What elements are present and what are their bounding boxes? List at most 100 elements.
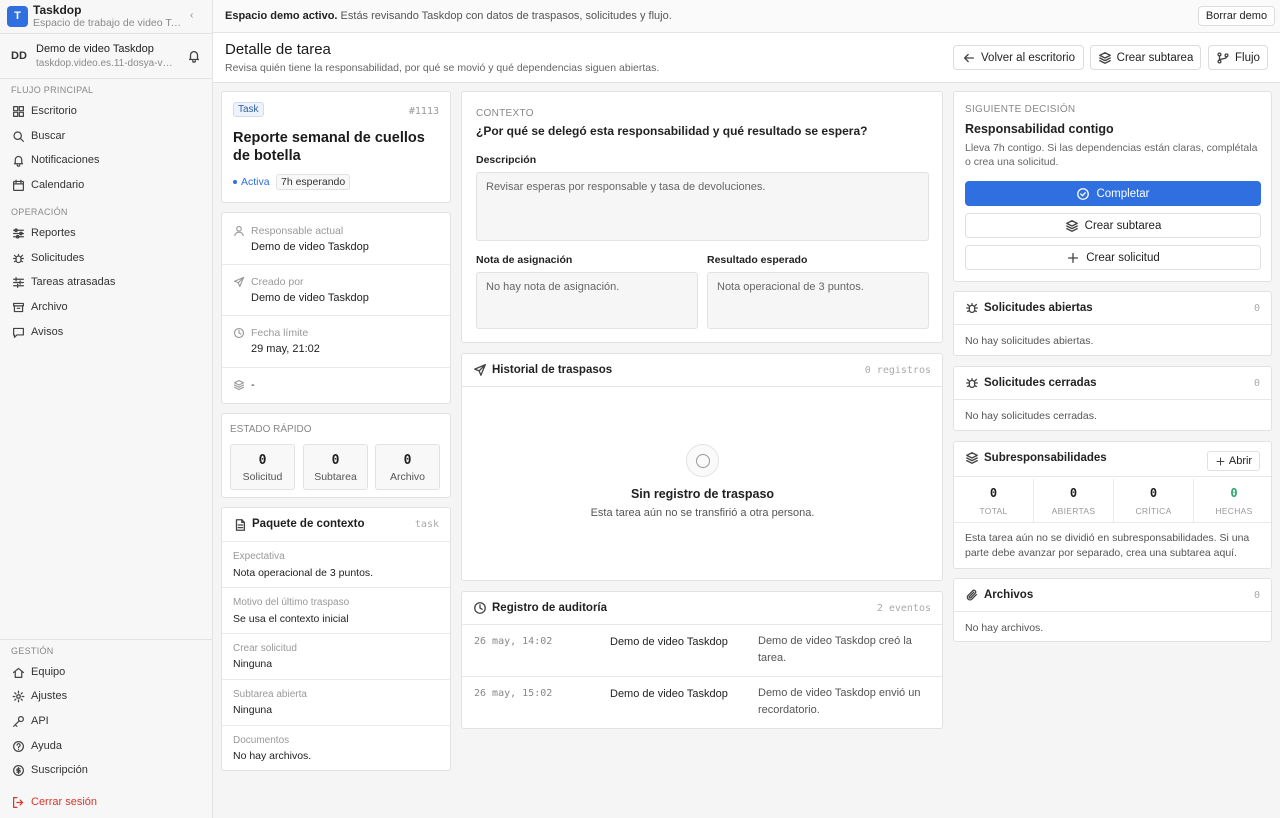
subresp-stat-critical: 0 CRÍTICA — [1114, 479, 1194, 522]
sidebar-item-ajustes[interactable]: Ajustes — [0, 684, 212, 708]
files-card: Archivos 0 No hay archivos. — [953, 578, 1272, 642]
sidebar-item-notificaciones[interactable]: Notificaciones — [0, 148, 212, 172]
sidebar-item-label: API — [31, 715, 49, 727]
sidebar-item-label: Reportes — [31, 227, 76, 239]
assignment-note-label: Nota de asignación — [476, 254, 573, 266]
search-icon — [12, 130, 25, 143]
arrow-left-icon — [962, 51, 976, 65]
page-header: Detalle de tarea Revisa quién tiene la r… — [213, 33, 1280, 83]
complete-button[interactable]: Completar — [965, 181, 1261, 206]
audit-event: Demo de video Taskdop creó la tarea. — [758, 635, 912, 664]
back-to-dashboard-button[interactable]: Volver al escritorio — [953, 45, 1084, 70]
task-meta-card: Responsable actual Demo de video Taskdop… — [221, 212, 451, 404]
nav-section-mgmt: GESTIÓN — [11, 646, 54, 656]
sidebar-item-escritorio[interactable]: Escritorio — [0, 99, 212, 123]
calendar-icon — [12, 179, 25, 192]
audit-time: 26 may, 14:02 — [474, 636, 553, 647]
complete-label: Completar — [1096, 187, 1150, 200]
package-row-value: Ninguna — [233, 704, 273, 716]
closed-requests-empty: No hay solicitudes cerradas. — [965, 410, 1097, 422]
stat-label: TOTAL — [979, 506, 1008, 516]
layers-icon — [233, 379, 245, 391]
open-requests-empty: No hay solicitudes abiertas. — [965, 335, 1094, 347]
context-card: CONTEXTO ¿Por qué se delegó esta respons… — [461, 91, 943, 343]
status-dot-icon — [233, 180, 237, 184]
subresponsibilities-card: Subresponsabilidades Abrir 0 TOTAL 0 ABI… — [953, 441, 1272, 569]
package-row-label: Documentos — [233, 735, 290, 746]
stat-label: Subtarea — [314, 471, 357, 483]
sidebar-item-tareas-atrasadas[interactable]: Tareas atrasadas — [0, 270, 212, 294]
audit-actor: Demo de video Taskdop — [610, 688, 728, 700]
status-badge: Activa — [233, 176, 270, 188]
package-row-label: Expectativa — [233, 551, 285, 562]
quick-status-title: ESTADO RÁPIDO — [230, 424, 312, 435]
user-name: Demo de video Taskdop — [36, 43, 154, 55]
back-label: Volver al escritorio — [981, 51, 1075, 64]
quick-stat-files: 0 Archivo — [375, 444, 440, 490]
stat-number: 0 — [989, 486, 998, 500]
sliders-icon — [12, 227, 25, 240]
stat-label: HECHAS — [1215, 506, 1253, 516]
layers-icon — [1098, 51, 1112, 65]
bell-icon[interactable] — [187, 49, 201, 63]
stat-number: 0 — [258, 453, 267, 468]
stat-label: ABIERTAS — [1051, 506, 1096, 516]
sidebar-item-ayuda[interactable]: Ayuda — [0, 734, 212, 758]
package-row-value: Nota operacional de 3 puntos. — [233, 567, 374, 579]
handoff-history-card: Historial de traspasos 0 registros Sin r… — [461, 353, 943, 581]
sidebar-item-label: Notificaciones — [31, 154, 100, 166]
sidebar-item-equipo[interactable]: Equipo — [0, 660, 212, 684]
files-count: 0 — [1253, 590, 1260, 601]
workspace-switcher[interactable]: T Taskdop Espacio de trabajo de video Ta… — [0, 0, 212, 34]
sidebar-item-calendario[interactable]: Calendario — [0, 173, 212, 197]
bug-icon — [965, 301, 979, 315]
quick-stat-subtasks: 0 Subtarea — [303, 444, 368, 490]
sidebar-item-solicitudes[interactable]: Solicitudes — [0, 246, 212, 270]
clear-demo-button[interactable]: Borrar demo — [1198, 6, 1275, 26]
sidebar-item-suscripcion[interactable]: Suscripción — [0, 758, 212, 782]
layers-icon — [965, 451, 979, 465]
user-email: taskdop.video.es.11-dosya-ve... — [36, 58, 176, 69]
description-field[interactable]: Revisar esperas por responsable y tasa d… — [476, 172, 929, 241]
nav-section-main: FLUJO PRINCIPAL — [11, 85, 94, 95]
nav-section-ops: OPERACIÓN — [11, 207, 68, 217]
package-tag: task — [414, 519, 439, 530]
help-icon — [12, 740, 25, 753]
demo-banner: Espacio demo activo. Estás revisando Tas… — [213, 0, 1280, 33]
audit-count: 2 eventos — [876, 603, 931, 614]
chevron-icon: ‹ — [190, 10, 194, 21]
flow-button[interactable]: Flujo — [1208, 45, 1268, 70]
expected-result-field[interactable]: Nota operacional de 3 puntos. — [707, 272, 929, 329]
create-subtask-action-button[interactable]: Crear subtarea — [965, 213, 1261, 238]
create-request-button[interactable]: Crear solicitud — [965, 245, 1261, 270]
sidebar-item-label: Avisos — [31, 326, 64, 338]
create-subtask-button[interactable]: Crear subtarea — [1090, 45, 1201, 70]
sidebar-item-label: Tareas atrasadas — [31, 276, 116, 288]
assignment-note-field[interactable]: No hay nota de asignación. — [476, 272, 698, 329]
sidebar-item-reportes[interactable]: Reportes — [0, 221, 212, 245]
stat-label: Archivo — [389, 471, 425, 483]
empty-state-icon — [686, 444, 719, 477]
open-subresp-button[interactable]: Abrir — [1207, 451, 1260, 471]
sidebar-item-api[interactable]: API — [0, 709, 212, 733]
sidebar: T Taskdop Espacio de trabajo de video Ta… — [0, 0, 213, 818]
closed-requests-title: Solicitudes cerradas — [984, 377, 1097, 389]
user-profile[interactable]: DD Demo de video Taskdop taskdop.video.e… — [0, 35, 212, 79]
audit-log-card: Registro de auditoría 2 eventos 26 may, … — [461, 591, 943, 729]
sidebar-item-label: Calendario — [31, 179, 85, 191]
sidebar-item-avisos[interactable]: Avisos — [0, 320, 212, 344]
bug-icon — [965, 376, 979, 390]
sidebar-item-buscar[interactable]: Buscar — [0, 124, 212, 148]
clock-icon — [473, 601, 487, 615]
sidebar-item-archivo[interactable]: Archivo — [0, 295, 212, 319]
logout-button[interactable]: Cerrar sesión — [0, 790, 212, 814]
creator-value: Demo de video Taskdop — [251, 292, 369, 304]
banner-strong: Espacio demo activo. — [225, 10, 338, 22]
open-requests-count: 0 — [1253, 303, 1260, 314]
clock-icon — [233, 327, 245, 339]
flow-label: Flujo — [1235, 51, 1260, 64]
empty-state-text: Esta tarea aún no se transfirió a otra p… — [590, 507, 815, 519]
closed-requests-count: 0 — [1253, 378, 1260, 389]
task-id: #1113 — [408, 106, 439, 117]
owner-label: Responsable actual — [251, 225, 344, 237]
